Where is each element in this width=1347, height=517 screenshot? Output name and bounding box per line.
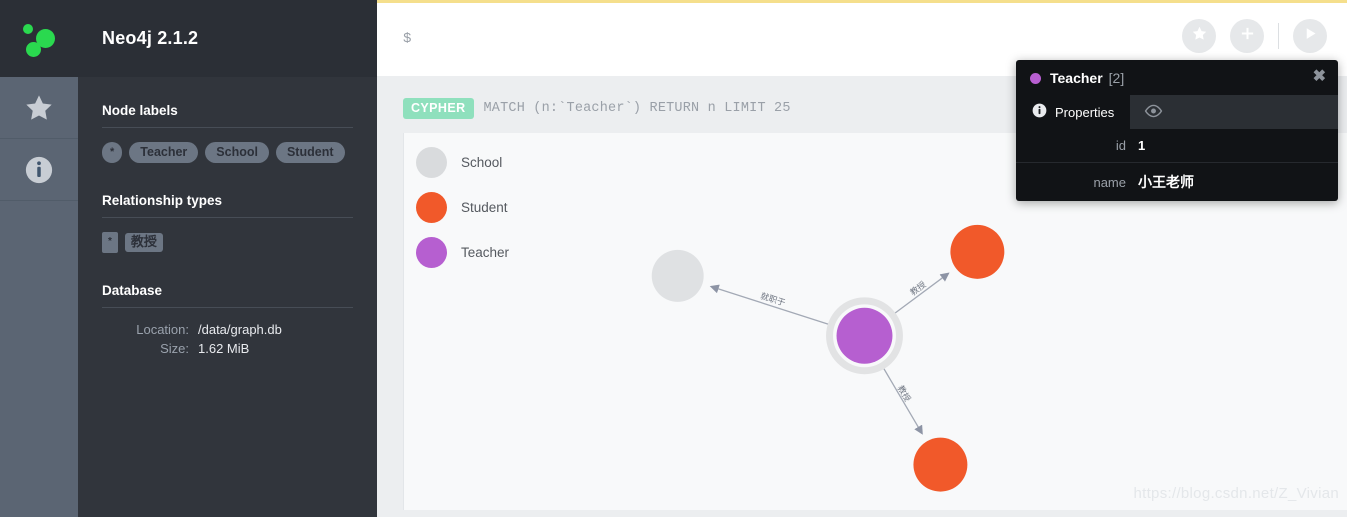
watermark: https://blog.csdn.net/Z_Vivian: [1133, 485, 1339, 502]
node-inspector-panel: Teacher [2] ✖ Properties id 1 name 小王老师: [1016, 60, 1338, 201]
rel-type-chip-all[interactable]: *: [102, 232, 118, 253]
graph-nodes: [651, 224, 1005, 492]
favorite-button[interactable]: [1182, 19, 1216, 53]
property-value: 小王老师: [1138, 174, 1194, 190]
divider: [102, 127, 353, 128]
relationship-types-chips: * 教授: [102, 232, 353, 253]
inspector-tabs: Properties: [1016, 95, 1338, 129]
tab-properties-label: Properties: [1055, 104, 1115, 120]
property-row-name: name 小王老师: [1016, 163, 1338, 201]
property-row-id: id 1: [1016, 129, 1338, 163]
graph-edge[interactable]: [709, 284, 834, 327]
add-button[interactable]: [1230, 19, 1264, 53]
star-icon: [22, 92, 56, 124]
run-button[interactable]: [1293, 19, 1327, 53]
node-label-chip-student[interactable]: Student: [275, 142, 345, 163]
divider: [102, 217, 353, 218]
graph-node[interactable]: [913, 437, 968, 492]
sidebar: Neo4j 2.1.2 Node labels * Teacher School…: [78, 0, 377, 517]
database-size-row: Size: 1.62 MiB: [106, 341, 353, 356]
graph-node[interactable]: [651, 249, 704, 302]
app-title: Neo4j 2.1.2: [102, 28, 199, 48]
sidebar-header: Neo4j 2.1.2: [78, 0, 377, 77]
neo4j-browser-window: Neo4j 2.1.2 Node labels * Teacher School…: [0, 0, 1347, 517]
node-color-dot: [1030, 72, 1041, 84]
database-info: Location: /data/graph.db Size: 1.62 MiB: [102, 322, 353, 356]
node-labels-chips: * Teacher School Student: [102, 142, 353, 163]
cypher-badge: CYPHER: [403, 98, 474, 119]
query-text: MATCH (n:`Teacher`) RETURN n LIMIT 25: [483, 101, 791, 116]
inspector-properties: id 1 name 小王老师: [1016, 129, 1338, 201]
node-labels-heading: Node labels: [102, 103, 178, 118]
property-key: id: [1115, 138, 1126, 153]
close-icon[interactable]: ✖: [1313, 69, 1326, 85]
play-icon: [1303, 26, 1318, 46]
database-size-value: 1.62 MiB: [198, 341, 250, 356]
graph-edge-label: 就职于: [759, 291, 787, 308]
relationship-types-heading: Relationship types: [102, 193, 223, 208]
neo4j-logo-icon: [20, 20, 58, 58]
eye-icon: [1144, 104, 1163, 121]
divider: [102, 307, 353, 308]
sidebar-body: Node labels * Teacher School Student Rel…: [78, 77, 377, 356]
graph-edge-label: 教授: [908, 279, 928, 297]
editor-prompt: $: [403, 31, 412, 47]
neo4j-logo: [0, 0, 78, 77]
database-location-label: Location:: [136, 322, 189, 337]
main-pane: $ CYPHER MATCH (n:`Teacher`) RETURN n LI…: [377, 0, 1347, 517]
graph-node[interactable]: [950, 224, 1005, 279]
graph-edges: 就职于教授教授: [709, 272, 950, 435]
rail-item-about[interactable]: [0, 139, 78, 201]
rel-type-chip-jiaoshou[interactable]: 教授: [124, 233, 163, 252]
editor-actions: [1182, 19, 1327, 53]
info-circle-icon: [24, 155, 54, 185]
icon-rail: [0, 0, 78, 517]
star-icon: [1191, 25, 1208, 47]
tab-properties[interactable]: Properties: [1016, 95, 1131, 129]
node-label-chip-all[interactable]: *: [102, 142, 123, 163]
inspector-node-count: [2]: [1108, 70, 1125, 86]
node-label-chip-school[interactable]: School: [205, 142, 269, 163]
toolbar-divider: [1278, 23, 1279, 49]
rail-item-favorites[interactable]: [0, 77, 78, 139]
database-location-row: Location: /data/graph.db: [106, 322, 353, 337]
database-heading: Database: [102, 283, 163, 298]
database-location-value: /data/graph.db: [198, 322, 282, 337]
property-key: name: [1093, 174, 1126, 190]
graph-node[interactable]: [836, 307, 893, 364]
database-size-label: Size:: [160, 341, 189, 356]
property-value: 1: [1138, 138, 1146, 153]
inspector-header: Teacher [2] ✖: [1016, 60, 1338, 95]
tab-display[interactable]: [1130, 95, 1177, 129]
plus-icon: [1240, 26, 1255, 46]
inspector-title: Teacher: [1050, 70, 1103, 86]
node-label-chip-teacher[interactable]: Teacher: [129, 142, 199, 163]
info-circle-icon: [1032, 103, 1047, 121]
